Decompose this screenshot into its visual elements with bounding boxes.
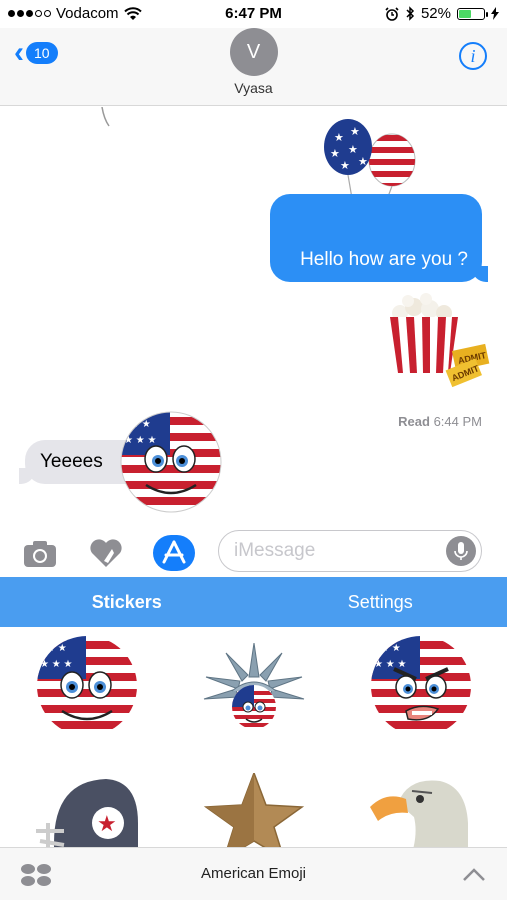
outgoing-message-bubble[interactable]: Hello how are you ?: [270, 194, 488, 282]
svg-text:★ ★: ★ ★: [380, 643, 401, 654]
tab-stickers[interactable]: Stickers: [0, 577, 254, 627]
status-bar: Vodacom 6:47 PM 52%: [0, 0, 507, 28]
svg-text:★: ★: [334, 132, 344, 144]
svg-text:★: ★: [330, 148, 340, 160]
message-input-field[interactable]: [218, 530, 482, 572]
svg-text:★: ★: [358, 156, 368, 168]
svg-text:★: ★: [350, 126, 360, 138]
read-label: Read: [398, 414, 430, 429]
status-right: 52%: [385, 5, 499, 22]
read-receipt: Read 6:44 PM: [398, 414, 482, 429]
sticker-football-helmet[interactable]: ★: [34, 773, 140, 847]
digital-touch-heart-icon[interactable]: [88, 535, 124, 571]
svg-text:★: ★: [348, 144, 358, 156]
svg-text:★ ★ ★: ★ ★ ★: [124, 435, 156, 446]
flag-emoji-sticker[interactable]: ★ ★ ★ ★ ★: [118, 409, 224, 515]
current-app-name: American Emoji: [200, 865, 307, 882]
read-time: 6:44 PM: [433, 414, 482, 429]
svg-text:★ ★ ★: ★ ★ ★: [374, 659, 406, 670]
chevron-up-icon[interactable]: [461, 862, 487, 886]
sticker-bald-eagle[interactable]: [368, 773, 474, 847]
sticker-liberty-crown[interactable]: [202, 643, 306, 733]
app-drawer-bar: American Emoji: [0, 847, 507, 900]
sticker-flag-angry[interactable]: ★ ★ ★ ★ ★: [368, 633, 474, 739]
contact-info[interactable]: V Vyasa: [0, 28, 507, 96]
sticker-app-tabs: Stickers Settings: [0, 577, 507, 627]
sticker-grid: ★ ★ ★ ★ ★ ★ ★ ★ ★ ★ ★: [0, 627, 507, 847]
outgoing-message-text: Hello how are you ?: [300, 249, 468, 270]
avatar: V: [229, 28, 278, 76]
battery-percent: 52%: [420, 5, 451, 22]
info-button[interactable]: i: [459, 42, 487, 70]
svg-text:★: ★: [97, 811, 117, 836]
svg-text:★ ★: ★ ★: [130, 419, 151, 430]
alarm-icon: [385, 6, 399, 21]
conversation-header: ‹ 10 V Vyasa i: [0, 28, 507, 106]
sticker-bronze-star[interactable]: [202, 773, 306, 847]
charging-icon: [491, 7, 499, 20]
message-input[interactable]: [234, 540, 434, 562]
tab-settings[interactable]: Settings: [254, 577, 507, 627]
microphone-icon: [454, 542, 468, 560]
sticker-flag-smile[interactable]: ★ ★ ★ ★ ★: [34, 633, 140, 739]
incoming-message-text: Yeeees: [40, 451, 103, 472]
message-thread: ★ ★ ★ ★ ★ ★ Hello how are you ? ADMIT AD…: [0, 107, 507, 527]
microphone-button[interactable]: [446, 536, 476, 566]
svg-text:★: ★: [340, 160, 350, 172]
battery-icon: [457, 7, 488, 20]
balloon-string-fragment: [101, 107, 110, 127]
svg-text:★ ★ ★: ★ ★ ★: [40, 659, 72, 670]
compose-bar: [0, 527, 507, 577]
app-store-icon[interactable]: [153, 535, 195, 571]
bluetooth-icon: [406, 6, 415, 21]
svg-text:★ ★: ★ ★: [46, 643, 67, 654]
camera-icon[interactable]: [22, 535, 58, 571]
popcorn-sticker[interactable]: ADMIT ADMIT: [386, 293, 492, 403]
contact-name: Vyasa: [234, 80, 273, 96]
